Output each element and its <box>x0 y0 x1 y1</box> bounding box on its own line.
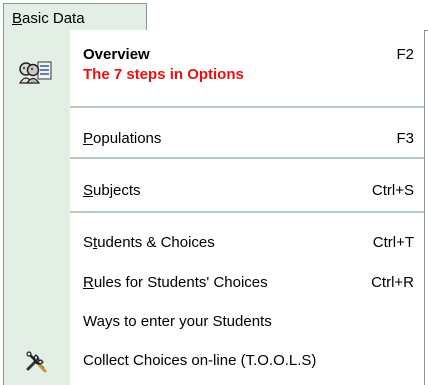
menu-item-rules-label: Rules for Students' Choices <box>83 274 268 291</box>
tab-accel-letter: B <box>12 10 23 27</box>
tools-wrench-icon <box>26 351 47 373</box>
accel-letter: R <box>83 274 94 291</box>
menu-separator <box>70 106 424 108</box>
menu-item-students-choices-shortcut: Ctrl+T <box>372 234 414 251</box>
students-overview-icon <box>18 61 52 84</box>
dropdown-menu: Overview F2 The 7 steps in Options Popul… <box>3 30 425 385</box>
menu-item-rules[interactable]: Rules for Students' Choices Ctrl+R <box>70 263 424 303</box>
label-rest: ules for Students' Choices <box>93 274 268 291</box>
menu-item-subjects-shortcut: Ctrl+S <box>371 182 414 199</box>
menu-item-collect-choices-label: Collect Choices on-line (T.O.O.L.S) <box>83 352 317 369</box>
label-rest: ubjects <box>93 182 141 199</box>
menu-item-ways-to-enter[interactable]: Ways to enter your Students <box>70 302 424 342</box>
menu-item-ways-to-enter-label: Ways to enter your Students <box>83 313 272 330</box>
tab-label-rest: asic Data <box>22 10 85 27</box>
basic-data-menu-window: Basic Data Overview F2 The 7 steps in Op… <box>0 0 428 385</box>
menu-item-subjects[interactable]: Subjects Ctrl+S <box>70 171 424 211</box>
menu-item-populations-label: Populations <box>83 130 161 147</box>
label-rest: opulations <box>93 130 162 147</box>
menu-item-subjects-label: Subjects <box>83 182 141 199</box>
menu-item-rules-shortcut: Ctrl+R <box>371 274 414 291</box>
menu-item-overview-label: Overview <box>83 46 150 63</box>
menu-item-collect-choices[interactable]: Collect Choices on-line (T.O.O.L.S) <box>70 341 424 381</box>
menu-item-populations-shortcut: F3 <box>396 130 414 147</box>
menu-separator <box>70 157 424 159</box>
menu-item-students-choices[interactable]: Students & Choices Ctrl+T <box>70 223 424 263</box>
menu-item-students-choices-label: Students & Choices <box>83 234 215 251</box>
accel-letter: S <box>83 182 94 199</box>
accel-letter: P <box>83 130 94 147</box>
label-rest: udents & Choices <box>97 234 215 251</box>
menu-item-overview-shortcut: F2 <box>396 46 414 63</box>
menu-item-populations[interactable]: Populations F3 <box>70 119 424 159</box>
tab-basic-data[interactable]: Basic Data <box>3 3 147 30</box>
label-pre: S <box>83 234 94 251</box>
menu-item-overview[interactable]: Overview F2 The 7 steps in Options <box>70 30 424 98</box>
menu-separator <box>70 211 424 213</box>
menu-item-overview-subtitle[interactable]: The 7 steps in Options <box>83 66 244 83</box>
